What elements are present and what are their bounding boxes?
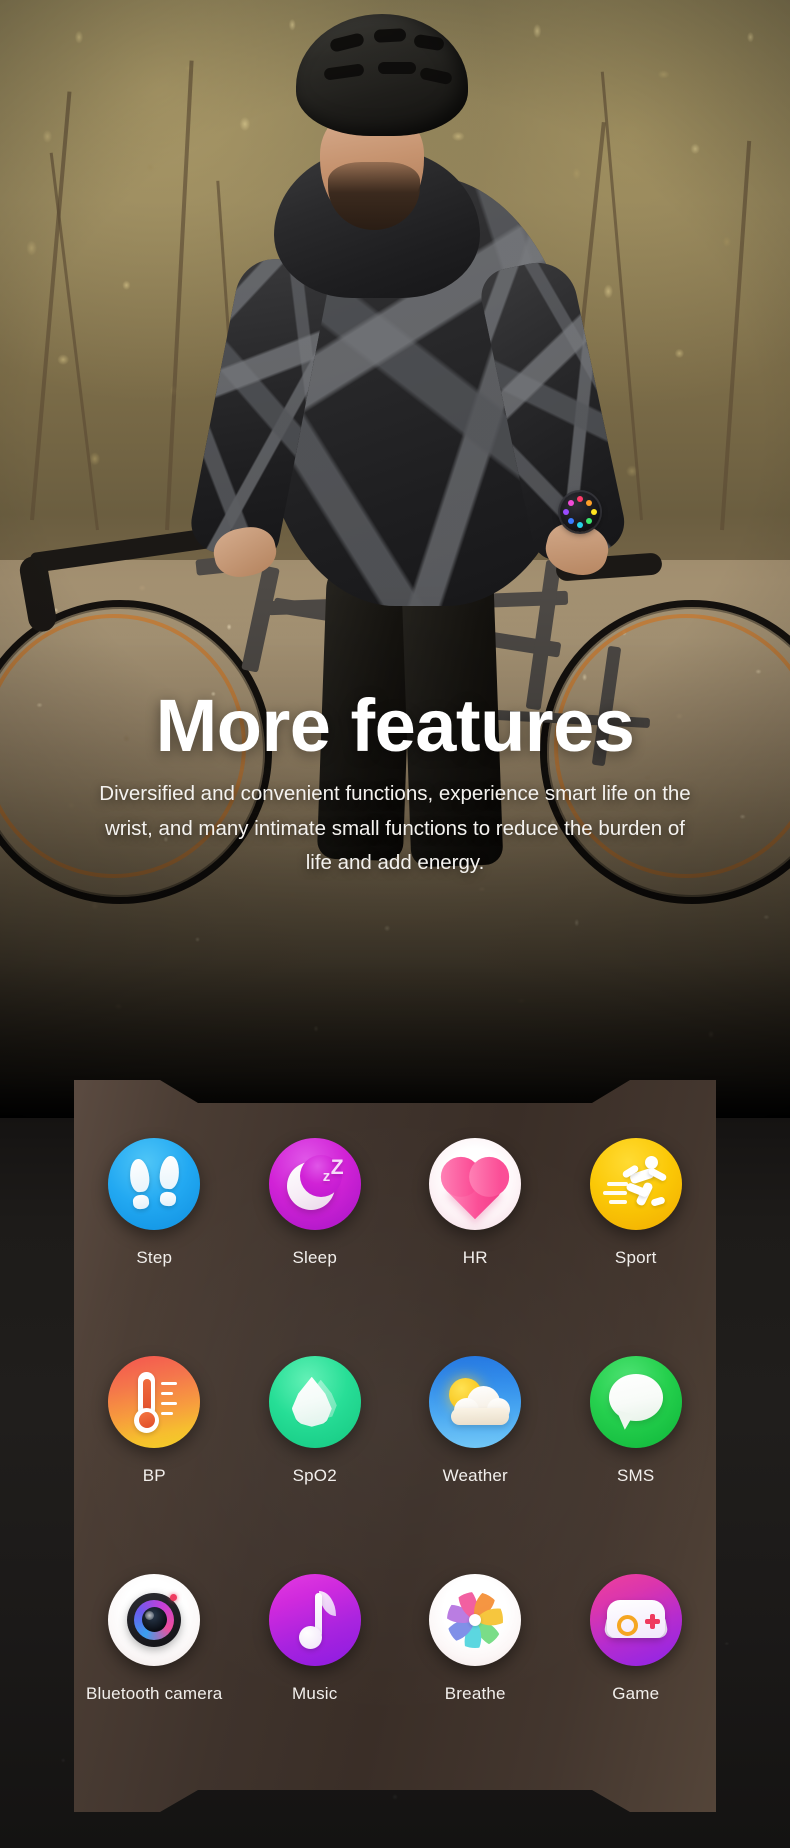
footprint-right-heel (159, 1191, 177, 1207)
speech-bubble-icon (589, 1355, 682, 1448)
photo-vignette (0, 0, 790, 1118)
feature-icon-grid: Step z Z Sleep HR Sport BP SpO2 Weather … (74, 1138, 716, 1704)
speed-line (602, 1191, 627, 1195)
feature-item-game[interactable]: Game (556, 1573, 717, 1705)
feature-label: Game (612, 1683, 660, 1703)
moon-zzz-icon: z Z (268, 1138, 361, 1230)
gamepad-icon (589, 1573, 682, 1666)
page-subtitle: Diversified and convenient functions, ex… (99, 782, 691, 875)
feature-item-sleep[interactable]: z Z Sleep (235, 1138, 396, 1269)
feature-row: Bluetooth camera Music Breathe Game (74, 1573, 717, 1705)
runner-icon (589, 1138, 682, 1230)
feature-item-weather[interactable]: Weather (395, 1355, 556, 1487)
features-panel: Step z Z Sleep HR Sport BP SpO2 Weather … (74, 1080, 716, 1812)
feature-label: SpO2 (292, 1465, 337, 1485)
feature-label: Breathe (444, 1683, 506, 1703)
feature-label: Music (292, 1683, 338, 1703)
footprint-left-heel (132, 1194, 150, 1210)
gamepad-dpad-icon (616, 1614, 638, 1636)
thermometer-bulb-fill (138, 1412, 155, 1429)
hero-text-block: More features Diversified and convenient… (0, 688, 790, 881)
feature-label: SMS (617, 1465, 655, 1485)
speech-bubble-tail (611, 1409, 634, 1431)
feature-item-sms[interactable]: SMS (556, 1355, 717, 1487)
runner-foot (650, 1196, 666, 1207)
heart-shape (446, 1162, 504, 1220)
page-title: More features (155, 684, 635, 767)
thermometer-tick (161, 1391, 174, 1396)
feature-item-sport[interactable]: Sport (556, 1138, 717, 1269)
feature-label: Weather (442, 1465, 508, 1485)
feature-label: Step (136, 1248, 173, 1267)
zzz-small: z (322, 1168, 331, 1185)
feature-label: Sleep (292, 1248, 337, 1267)
cloud-base (451, 1407, 510, 1425)
feature-item-breathe[interactable]: Breathe (395, 1573, 556, 1705)
feature-item-hr[interactable]: HR (395, 1138, 556, 1269)
thermometer-icon (108, 1355, 201, 1448)
thermometer-tick (161, 1411, 174, 1416)
water-drop-shape (291, 1376, 332, 1427)
music-note-icon (268, 1573, 361, 1666)
camera-led-icon (170, 1593, 178, 1601)
feature-label: Sport (614, 1248, 657, 1267)
camera-lens-glint (145, 1610, 155, 1620)
gamepad-button-horizontal (644, 1618, 660, 1624)
feature-item-spo2[interactable]: SpO2 (235, 1355, 396, 1487)
speed-line (606, 1182, 628, 1186)
sun-cloud-icon (429, 1355, 522, 1448)
heart-icon (429, 1138, 522, 1230)
feature-label: Bluetooth camera (86, 1683, 223, 1703)
water-drop-icon (268, 1355, 361, 1448)
runner-arm-front (647, 1166, 668, 1183)
speed-line (608, 1200, 627, 1204)
feature-label: BP (142, 1465, 166, 1485)
footprints-icon (108, 1138, 201, 1230)
feature-item-step[interactable]: Step (74, 1138, 235, 1269)
thermometer-bulb (134, 1407, 160, 1433)
row-gap (74, 1487, 716, 1574)
feature-item-bp[interactable]: BP (74, 1355, 235, 1487)
pinwheel-center (469, 1613, 482, 1626)
feature-item-bluetooth-camera[interactable]: Bluetooth camera (74, 1573, 235, 1705)
feature-item-music[interactable]: Music (235, 1573, 396, 1705)
hero-photo: More features Diversified and convenient… (0, 0, 790, 1118)
feature-row: Step z Z Sleep HR Sport (74, 1138, 716, 1269)
feature-row: BP SpO2 Weather SMS (74, 1355, 717, 1487)
camera-lens-inner (141, 1607, 167, 1632)
row-gap (74, 1269, 716, 1356)
camera-lens-icon (108, 1573, 201, 1666)
zzz-large: Z (330, 1156, 344, 1179)
footprint-right (158, 1155, 181, 1190)
thermometer-tick (161, 1381, 178, 1386)
footprint-left (128, 1158, 151, 1193)
thermometer-mercury (142, 1378, 151, 1411)
music-note-head (298, 1625, 322, 1649)
thermometer-tick (161, 1401, 178, 1406)
feature-label: HR (462, 1248, 488, 1267)
pinwheel-icon (429, 1573, 522, 1666)
